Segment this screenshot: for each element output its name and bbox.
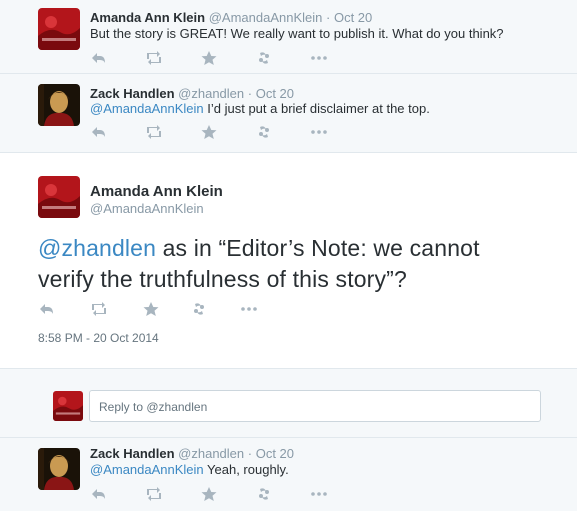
tweet-header: Zack Handlen @zhandlen · Oct 20 — [90, 86, 294, 101]
retweet-icon[interactable] — [145, 50, 163, 66]
divider — [0, 73, 577, 74]
mention-link[interactable]: @zhandlen — [38, 235, 156, 261]
tweet-body: I’d just put a brief disclaimer at the t… — [203, 101, 430, 116]
fullname[interactable]: Zack Handlen — [90, 446, 175, 461]
fullname[interactable]: Zack Handlen — [90, 86, 175, 101]
reply-input[interactable]: Reply to @zhandlen — [89, 390, 541, 422]
follow-icon[interactable] — [255, 124, 273, 140]
fullname[interactable]: Amanda Ann Klein — [90, 10, 205, 25]
follow-icon[interactable] — [255, 486, 273, 502]
reply-icon[interactable] — [90, 50, 108, 66]
separator: · — [247, 86, 253, 101]
current-user-avatar[interactable] — [53, 391, 83, 421]
retweet-icon[interactable] — [145, 124, 163, 140]
mention-link[interactable]: @AmandaAnnKlein — [90, 101, 204, 116]
tweet-timestamp[interactable]: 8:58 PM - 20 Oct 2014 — [38, 331, 159, 345]
avatar-amanda[interactable] — [38, 176, 80, 218]
favorite-icon[interactable] — [142, 301, 160, 317]
tweet-text: @AmandaAnnKlein Yeah, roughly. — [90, 462, 289, 477]
more-icon[interactable] — [310, 124, 328, 140]
divider — [0, 368, 577, 369]
reply-icon[interactable] — [90, 486, 108, 502]
avatar-zack[interactable] — [38, 448, 80, 490]
tweet-time[interactable]: Oct 20 — [334, 10, 372, 25]
reply-icon[interactable] — [90, 124, 108, 140]
tweet-body: Yeah, roughly. — [203, 462, 289, 477]
avatar-zack[interactable] — [38, 84, 80, 126]
separator: · — [326, 10, 331, 25]
separator: · — [247, 446, 253, 461]
handle[interactable]: @zhandlen — [178, 86, 244, 101]
handle[interactable]: @AmandaAnnKlein — [90, 201, 204, 216]
more-icon[interactable] — [240, 301, 258, 317]
handle[interactable]: @AmandaAnnKlein — [209, 10, 323, 25]
tweet-body-line1: as in “Editor’s Note: we cannot — [156, 235, 480, 261]
divider — [0, 152, 577, 153]
tweet-time[interactable]: Oct 20 — [256, 446, 294, 461]
tweet-header: Zack Handlen @zhandlen · Oct 20 — [90, 446, 294, 461]
follow-icon[interactable] — [255, 50, 273, 66]
favorite-icon[interactable] — [200, 486, 218, 502]
favorite-icon[interactable] — [200, 124, 218, 140]
tweet-header: Amanda Ann Klein @AmandaAnnKlein · Oct 2… — [90, 10, 372, 25]
fullname[interactable]: Amanda Ann Klein — [90, 183, 223, 200]
tweet-text: @AmandaAnnKlein I’d just put a brief dis… — [90, 101, 430, 116]
handle[interactable]: @zhandlen — [178, 446, 244, 461]
more-icon[interactable] — [310, 50, 328, 66]
more-icon[interactable] — [310, 486, 328, 502]
favorite-icon[interactable] — [200, 50, 218, 66]
divider — [0, 437, 577, 438]
retweet-icon[interactable] — [90, 301, 108, 317]
tweet-text: @zhandlen as in “Editor’s Note: we canno… — [38, 233, 558, 295]
tweet-text: But the story is GREAT! We really want t… — [90, 26, 504, 41]
mention-link[interactable]: @AmandaAnnKlein — [90, 462, 204, 477]
follow-icon[interactable] — [190, 301, 208, 317]
tweet-body-line2: verify the truthfulness of this story”? — [38, 266, 407, 292]
tweet-time[interactable]: Oct 20 — [256, 86, 294, 101]
retweet-icon[interactable] — [145, 486, 163, 502]
reply-icon[interactable] — [38, 301, 56, 317]
avatar-amanda[interactable] — [38, 8, 80, 50]
